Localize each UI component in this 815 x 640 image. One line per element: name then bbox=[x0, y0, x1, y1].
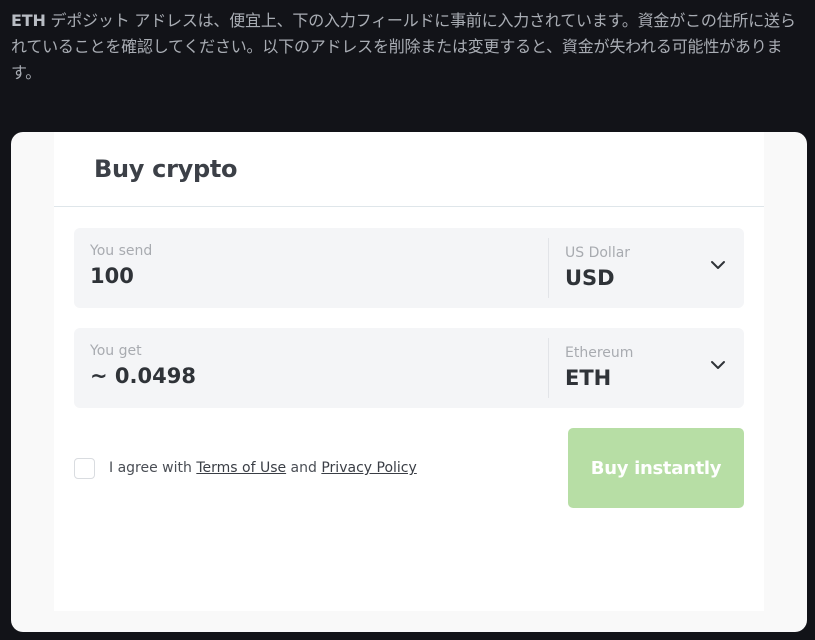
terms-of-use-link[interactable]: Terms of Use bbox=[196, 460, 286, 476]
deposit-address-notice: ETH デポジット アドレスは、便宜上、下の入力フィールドに事前に入力されていま… bbox=[11, 8, 811, 86]
agreement-row: I agree with Terms of Use and Privacy Po… bbox=[74, 428, 744, 508]
agreement-conjunction: and bbox=[286, 460, 322, 476]
agreement-prefix: I agree with bbox=[109, 460, 197, 476]
privacy-policy-link[interactable]: Privacy Policy bbox=[321, 460, 416, 476]
agreement-text: I agree with Terms of Use and Privacy Po… bbox=[109, 458, 417, 478]
get-currency-select[interactable]: Ethereum ETH bbox=[549, 328, 744, 408]
get-field: You get ~ 0.0498 Ethereum ETH bbox=[74, 328, 744, 408]
send-amount-input[interactable]: You send 100 bbox=[74, 238, 549, 298]
send-label: You send bbox=[90, 243, 153, 259]
buy-crypto-widget: Buy crypto You send 100 US Dollar USD Yo… bbox=[11, 132, 807, 632]
agree-checkbox[interactable] bbox=[74, 458, 95, 479]
send-amount-value[interactable]: 100 bbox=[90, 262, 532, 290]
get-amount-value: ~ 0.0498 bbox=[90, 364, 196, 388]
notice-coin: ETH bbox=[11, 11, 46, 30]
widget-header: Buy crypto bbox=[54, 132, 764, 207]
buy-instantly-button[interactable]: Buy instantly bbox=[568, 428, 744, 508]
notice-text: デポジット アドレスは、便宜上、下の入力フィールドに事前に入力されています。資金… bbox=[11, 11, 796, 82]
send-currency-name: US Dollar bbox=[565, 245, 631, 261]
widget-title: Buy crypto bbox=[94, 155, 238, 183]
send-currency-select[interactable]: US Dollar USD bbox=[549, 228, 744, 308]
get-label: You get bbox=[90, 343, 142, 359]
widget-panel: Buy crypto You send 100 US Dollar USD Yo… bbox=[54, 132, 764, 611]
get-currency-name: Ethereum bbox=[565, 345, 634, 361]
chevron-down-icon bbox=[711, 261, 725, 269]
chevron-down-icon bbox=[711, 361, 725, 369]
get-currency-code: ETH bbox=[565, 366, 612, 390]
send-field: You send 100 US Dollar USD bbox=[74, 228, 744, 308]
get-amount-output: You get ~ 0.0498 bbox=[74, 338, 549, 398]
send-currency-code: USD bbox=[565, 266, 615, 290]
